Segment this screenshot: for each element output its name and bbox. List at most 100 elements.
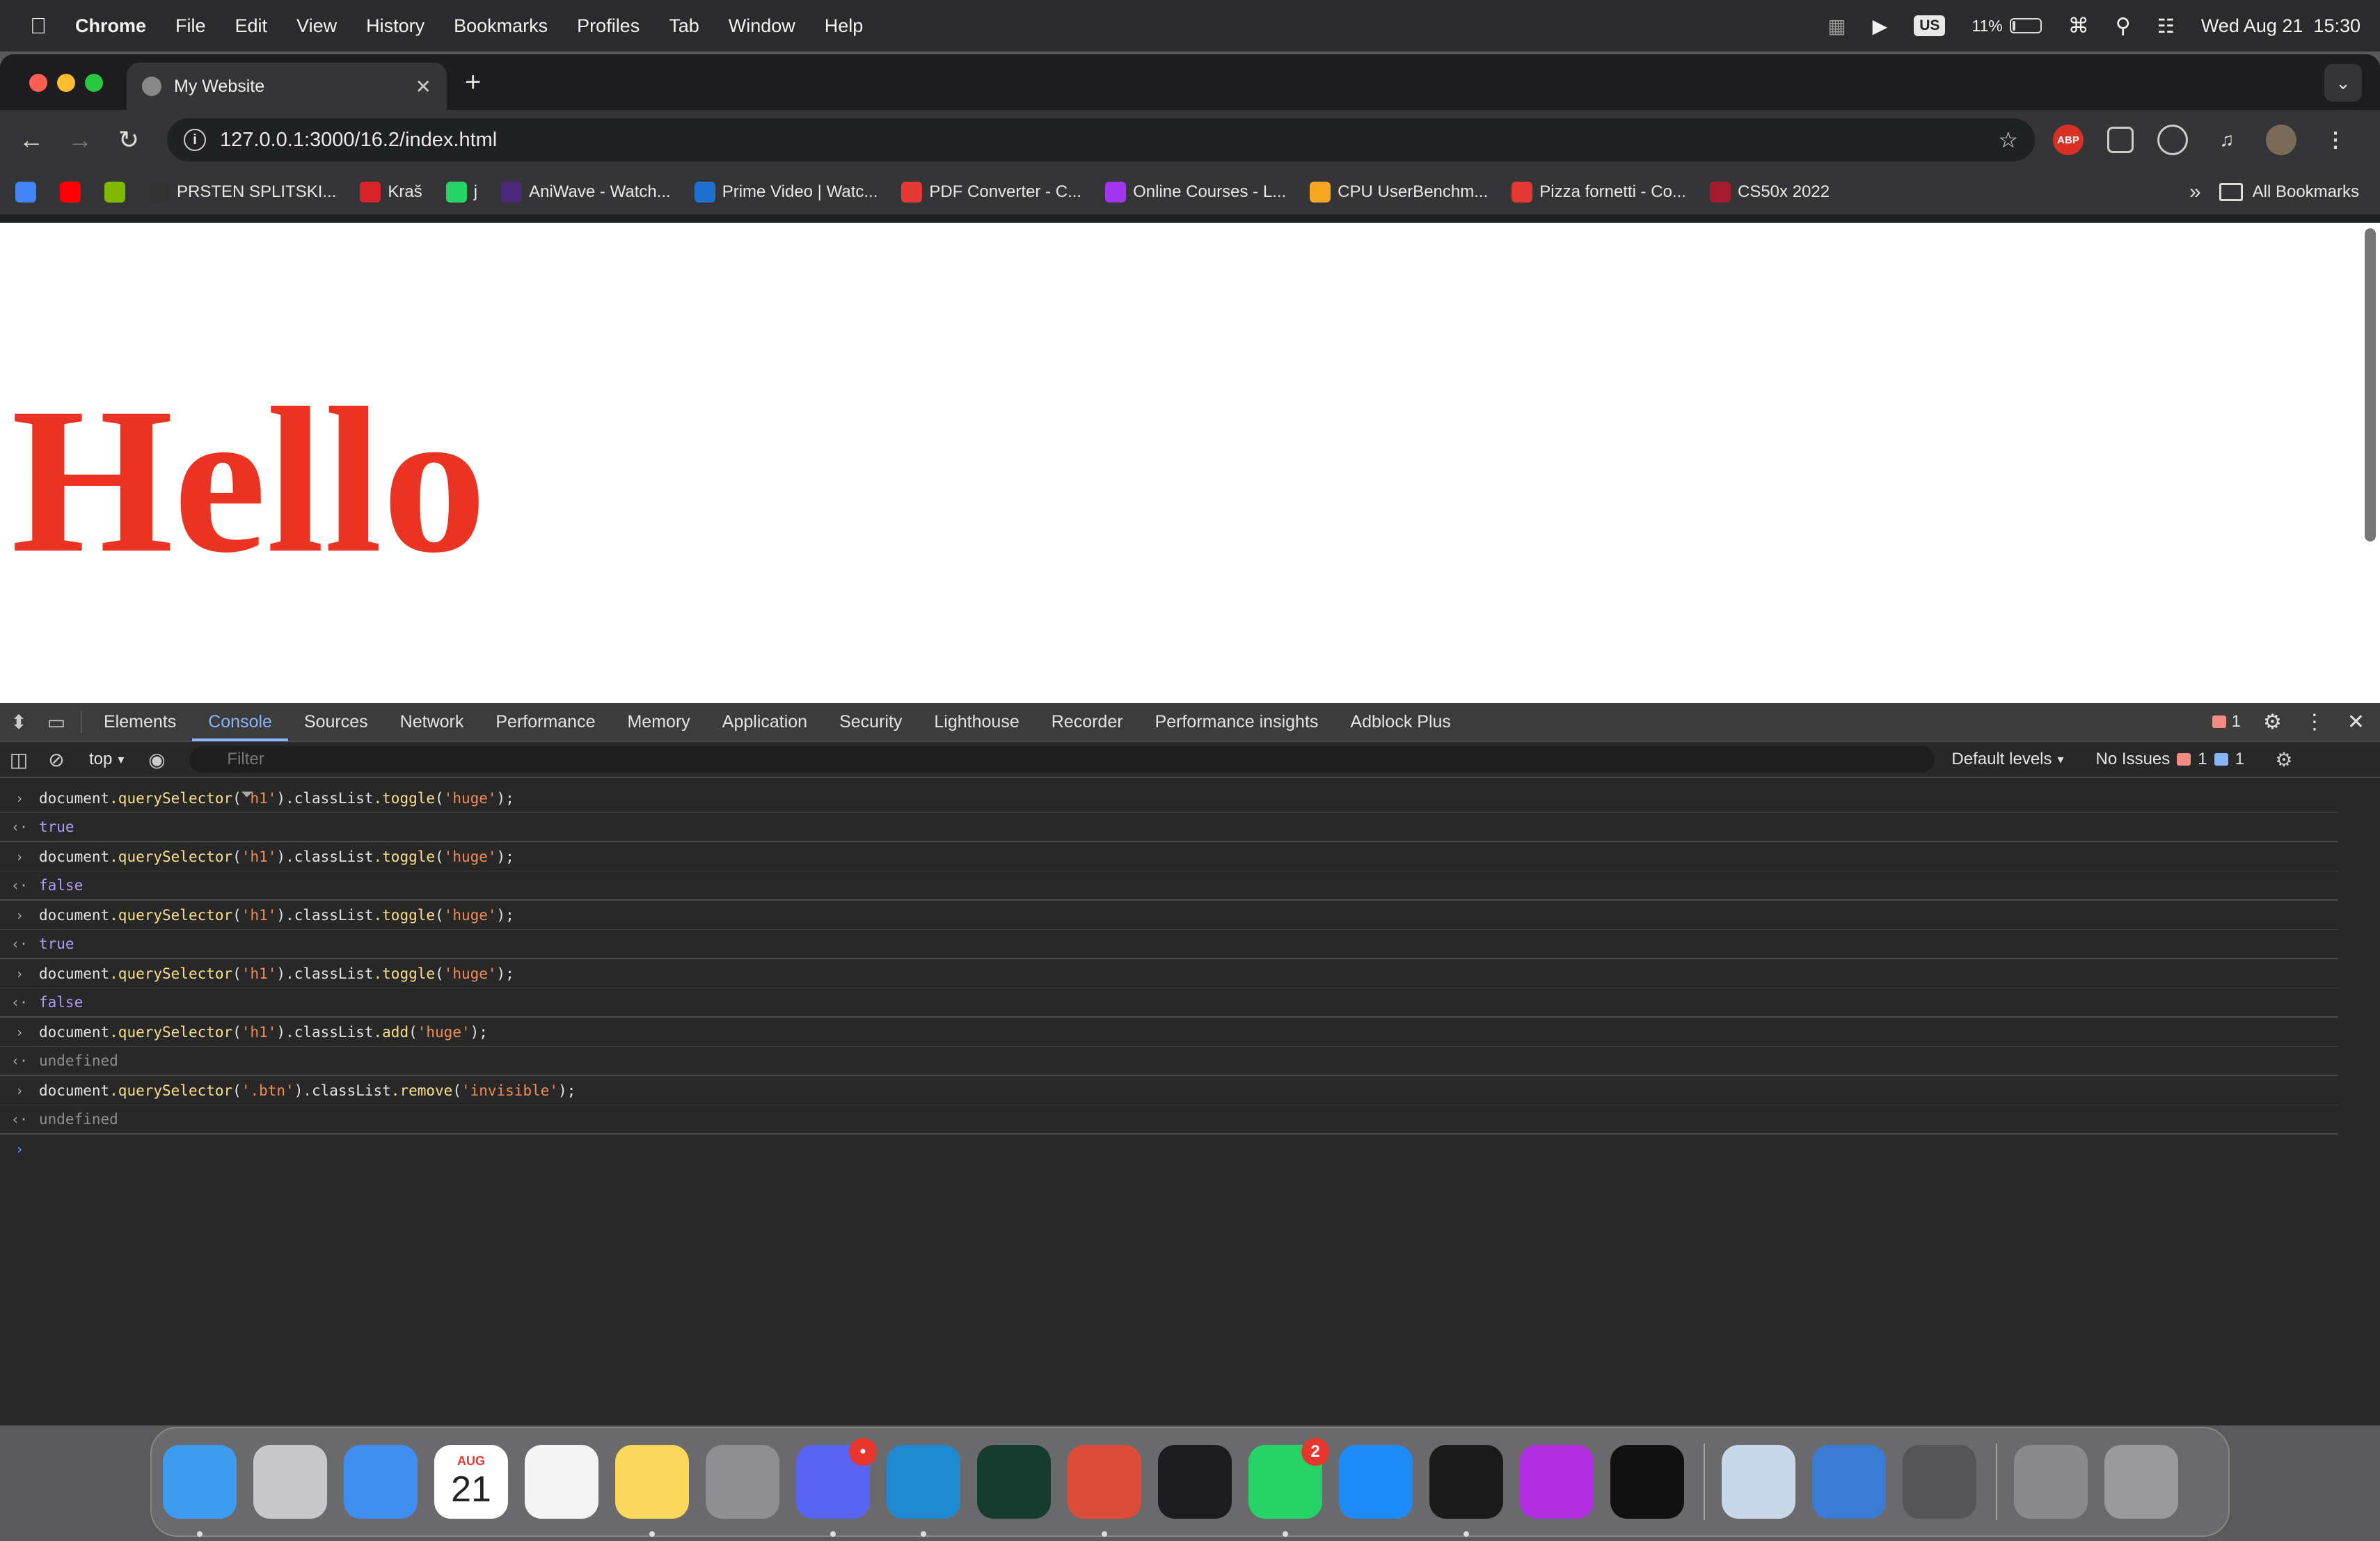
console-input-row[interactable]: › document.querySelector('h1').classList.… <box>0 1018 2338 1047</box>
whatsapp-icon[interactable]: 2 <box>1248 1438 1329 1537</box>
bookmark-item[interactable]: j <box>445 182 477 203</box>
menu-tab[interactable]: Tab <box>669 15 699 37</box>
bookmark-star-icon[interactable]: ☆ <box>1998 127 2018 153</box>
console-output-row[interactable]: ‹· undefined <box>0 1047 2338 1076</box>
tab-close-icon[interactable]: ✕ <box>415 75 431 98</box>
calendar-icon[interactable]: AUG 21 <box>434 1445 508 1519</box>
wifi-icon[interactable]: ⌘ <box>2068 14 2089 38</box>
profile-avatar[interactable] <box>2266 125 2296 155</box>
console-input-row[interactable]: › document.querySelector('.btn').classLis… <box>0 1076 2338 1105</box>
devtools-tab-application[interactable]: Application <box>706 702 823 741</box>
bookmark-item[interactable]: Prime Video | Watc... <box>694 182 878 203</box>
menu-bookmarks[interactable]: Bookmarks <box>454 15 548 37</box>
tab-search-chevron-icon[interactable]: ⌄ <box>2324 64 2362 102</box>
chrome-icon[interactable] <box>1068 1445 1141 1537</box>
activity-monitor-icon[interactable] <box>1429 1445 1503 1537</box>
devtools-settings-gear-icon[interactable]: ⚙ <box>2263 710 2282 734</box>
inspect-element-icon[interactable]: ⬍ <box>0 711 38 734</box>
input-source-indicator[interactable]: US <box>1914 15 1946 36</box>
performance-icon[interactable] <box>2157 125 2188 155</box>
chrome-menu-kebab-icon[interactable]: ⋮ <box>2320 125 2351 155</box>
bookmark-item[interactable]: Pizza fornetti - Co... <box>1512 182 1686 203</box>
device-toolbar-icon[interactable]: ▭ <box>38 711 75 734</box>
bookmark-item[interactable] <box>60 182 81 203</box>
console-output-row[interactable]: ‹· false <box>0 988 2338 1018</box>
control-center-icon[interactable]: ☷ <box>2157 15 2175 38</box>
finder-icon[interactable] <box>163 1445 237 1537</box>
discord-icon[interactable]: • <box>796 1438 877 1537</box>
vscode-icon[interactable] <box>887 1445 960 1537</box>
all-bookmarks-button[interactable]: All Bookmarks <box>2219 182 2359 202</box>
new-tab-button[interactable]: + <box>465 67 481 98</box>
menu-help[interactable]: Help <box>825 15 864 37</box>
console-prompt[interactable]: › <box>0 1135 2338 1164</box>
log-levels-select[interactable]: Default levels ▾ <box>1951 750 2063 769</box>
downloads-stack-icon[interactable] <box>2014 1445 2088 1519</box>
perplexity-icon[interactable] <box>977 1445 1051 1519</box>
bookmark-item[interactable]: Kraš <box>360 182 422 203</box>
menu-history[interactable]: History <box>366 15 425 37</box>
live-expression-eye-icon[interactable]: ◉ <box>138 748 175 771</box>
bookmark-item[interactable]: CS50x 2022 <box>1709 182 1830 203</box>
chatgpt-icon[interactable] <box>1610 1445 1684 1519</box>
devtools-tab-security[interactable]: Security <box>823 702 918 741</box>
url-text[interactable]: 127.0.0.1:3000/16.2/index.html <box>220 129 1984 152</box>
devtools-menu-kebab-icon[interactable]: ⋮ <box>2304 710 2325 734</box>
bookmark-item[interactable] <box>104 182 125 203</box>
console-input-row[interactable]: › document.querySelector('h1').classList.… <box>0 901 2338 930</box>
battery-status[interactable]: 11% <box>1972 17 2042 35</box>
launchpad-icon[interactable] <box>253 1445 327 1519</box>
forward-arrow-icon[interactable]: → <box>56 125 104 155</box>
more-bookmarks-chevron-icon[interactable]: » <box>2189 180 2201 204</box>
bookmark-item[interactable]: Online Courses - L... <box>1105 182 1286 203</box>
back-arrow-icon[interactable]: ← <box>7 125 56 155</box>
weather-icon[interactable] <box>1812 1445 1886 1519</box>
menu-view[interactable]: View <box>296 15 337 37</box>
reload-icon[interactable]: ↻ <box>104 125 153 155</box>
issues-counter[interactable]: No Issues 1 1 <box>2096 750 2244 769</box>
devtools-tab-elements[interactable]: Elements <box>88 702 192 741</box>
console-settings-gear-icon[interactable]: ⚙ <box>2265 748 2303 771</box>
devtools-close-icon[interactable]: ✕ <box>2347 710 2365 734</box>
now-playing-icon[interactable]: ▶ <box>1873 15 1888 38</box>
bookmark-item[interactable]: PRSTEN SPLITSKI... <box>149 182 336 203</box>
console-output-row[interactable]: ‹· true <box>0 930 2338 959</box>
devtools-tab-performance[interactable]: Performance <box>479 702 611 741</box>
console-filter-input[interactable] <box>189 746 1935 773</box>
notes-icon[interactable] <box>615 1445 689 1537</box>
adblock-plus-extension-icon[interactable]: ABP <box>2053 125 2084 155</box>
devtools-tab-performance-insights[interactable]: Performance insights <box>1139 702 1335 741</box>
console-output-row[interactable]: ‹· false <box>0 871 2338 901</box>
console-input-row[interactable]: › document.querySelector('h1').classList.… <box>0 959 2338 988</box>
error-count-badge[interactable]: 1 <box>2212 712 2241 732</box>
window-zoom-button[interactable] <box>85 74 103 92</box>
javascript-context-select[interactable]: top ▾ <box>75 750 138 769</box>
extensions-puzzle-icon[interactable] <box>2107 127 2134 153</box>
calculator-icon[interactable] <box>1903 1445 1976 1519</box>
bookmark-item[interactable]: AniWave - Watch... <box>501 182 671 203</box>
page-scrollbar[interactable] <box>2365 228 2376 542</box>
console-output-row[interactable]: ‹· true <box>0 813 2338 842</box>
devtools-tab-network[interactable]: Network <box>384 702 480 741</box>
devtools-tab-console[interactable]: Console <box>192 702 288 741</box>
trash-icon[interactable] <box>2104 1445 2178 1519</box>
menu-edit[interactable]: Edit <box>235 15 268 37</box>
system-settings-icon[interactable] <box>706 1445 779 1519</box>
reminders-icon[interactable] <box>525 1445 598 1519</box>
window-close-button[interactable] <box>29 74 47 92</box>
devtools-tab-memory[interactable]: Memory <box>611 702 706 741</box>
menu-app-name[interactable]: Chrome <box>75 15 146 37</box>
menu-file[interactable]: File <box>175 15 206 37</box>
address-bar[interactable]: i 127.0.0.1:3000/16.2/index.html ☆ <box>167 118 2035 161</box>
mail-icon[interactable] <box>344 1445 418 1519</box>
menu-clock[interactable]: Wed Aug 21 15:30 <box>2201 15 2361 37</box>
console-output-row[interactable]: ‹· undefined <box>0 1105 2338 1135</box>
bookmark-item[interactable] <box>15 182 36 203</box>
bookmark-item[interactable]: CPU UserBenchm... <box>1310 182 1488 203</box>
window-minimize-button[interactable] <box>57 74 75 92</box>
preview-icon[interactable] <box>1722 1445 1795 1519</box>
app-store-icon[interactable] <box>1339 1445 1413 1519</box>
console-input-row[interactable]: › document.querySelector('h1').classList.… <box>0 842 2338 871</box>
clear-console-icon[interactable]: ⊘ <box>38 748 75 771</box>
devtools-tab-sources[interactable]: Sources <box>288 702 384 741</box>
